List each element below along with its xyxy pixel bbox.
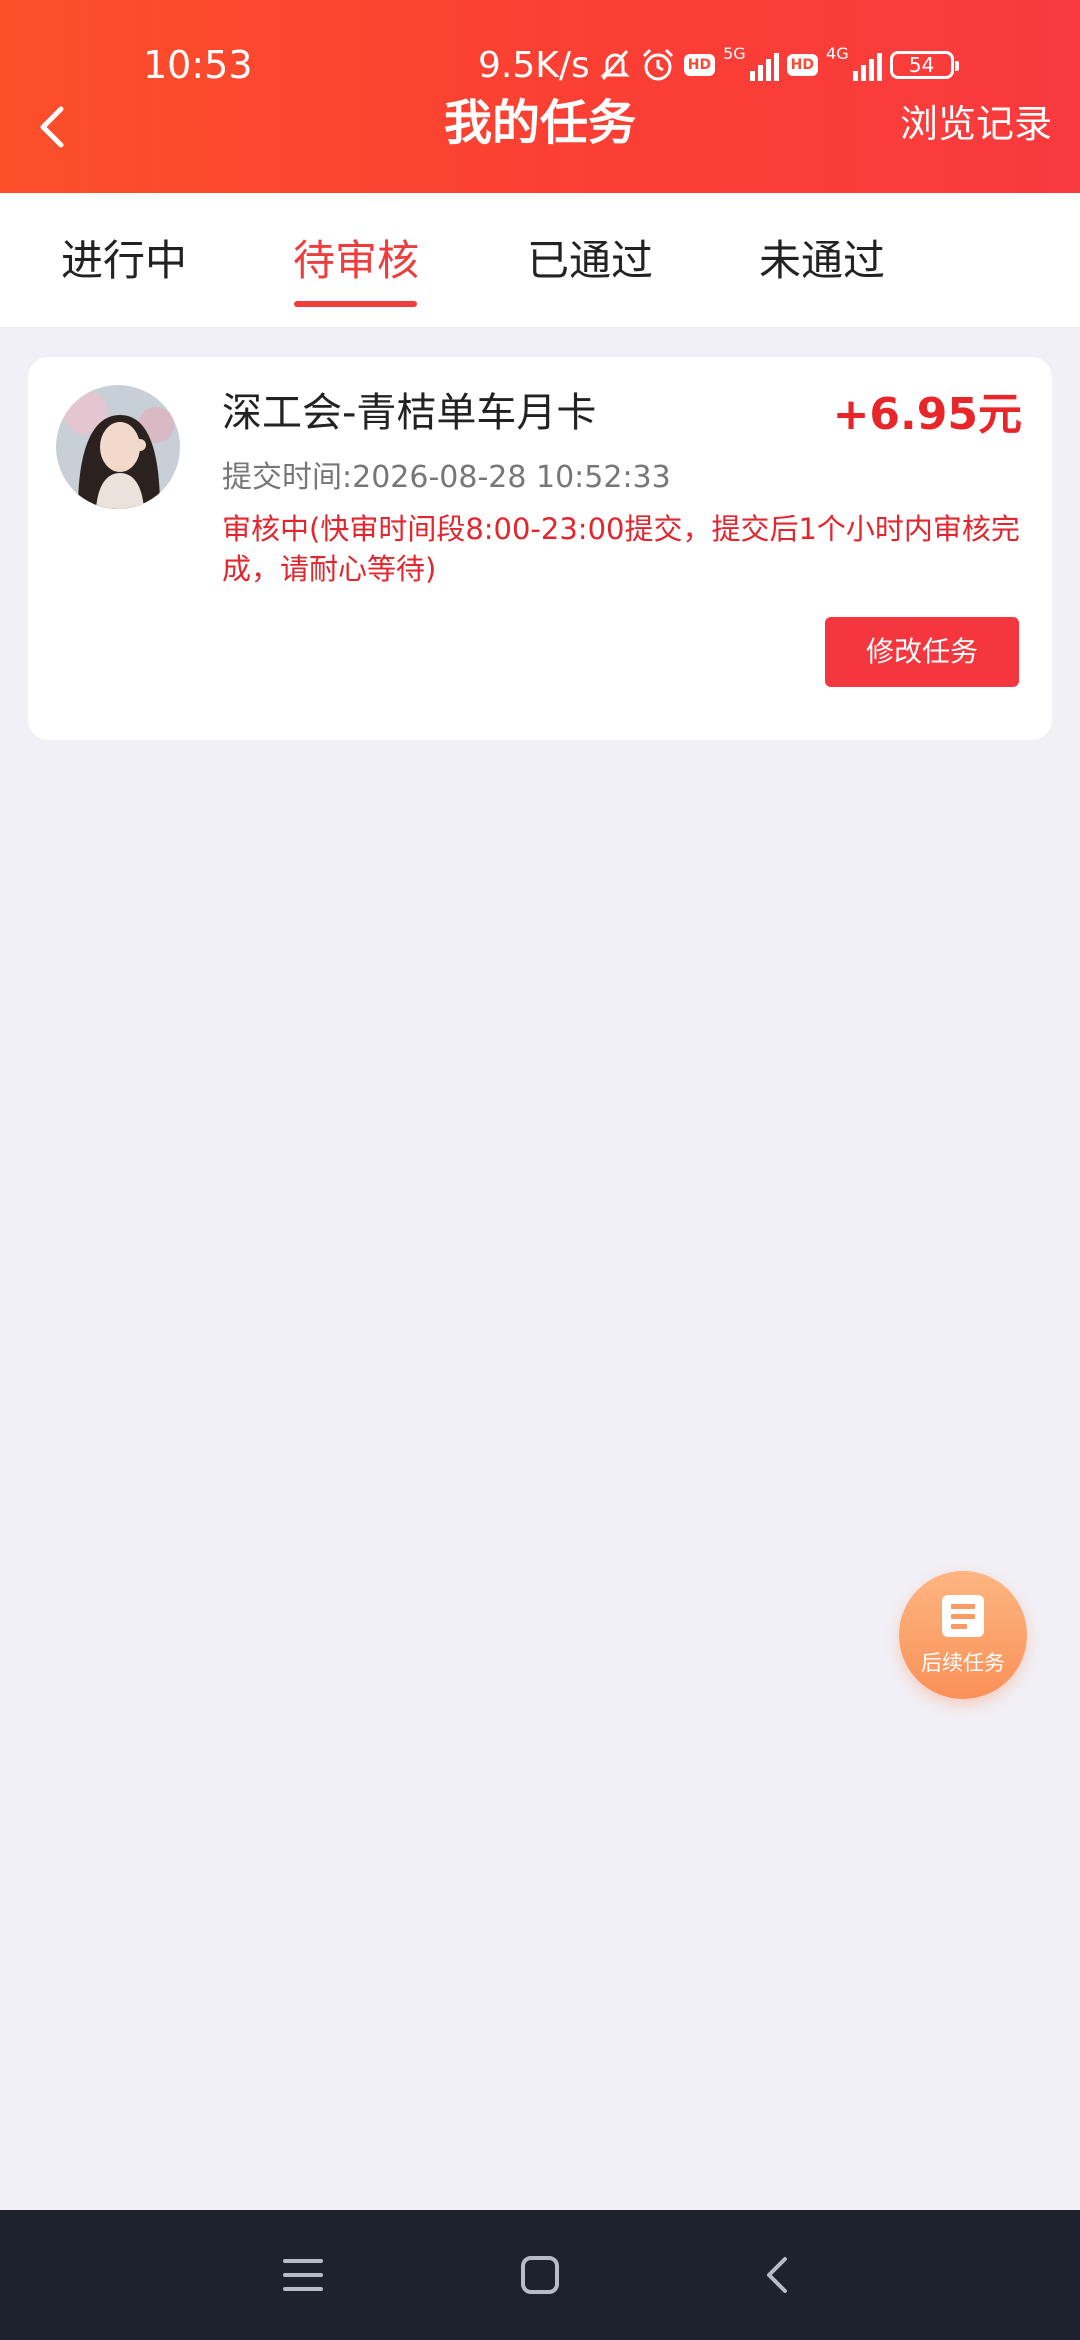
- system-nav-bar: [0, 2210, 1080, 2340]
- battery-level: 54: [908, 53, 935, 77]
- avatar: [56, 385, 180, 509]
- back-arrow-icon: [767, 2257, 787, 2293]
- status-icons: 9.5K/s HD 5G HD 4G 54: [478, 40, 959, 90]
- status-bar: 10:53 9.5K/s HD 5G HD 4G 54: [0, 40, 1080, 90]
- hd-icon-2: HD: [786, 40, 819, 90]
- task-list-icon: [942, 1595, 984, 1637]
- net-speed: 9.5K/s: [478, 44, 590, 86]
- tab-rejected[interactable]: 未通过: [742, 193, 902, 328]
- tab-approved[interactable]: 已通过: [510, 193, 670, 328]
- edit-task-button[interactable]: 修改任务: [825, 617, 1019, 687]
- bell-muted-icon: [598, 40, 632, 90]
- browse-history-link[interactable]: 浏览记录: [900, 92, 1052, 156]
- follow-up-tasks-button[interactable]: 后续任务: [899, 1571, 1027, 1699]
- task-reward: +6.95元: [832, 389, 1022, 440]
- nav-home-button[interactable]: [508, 2243, 572, 2307]
- nav-menu-button[interactable]: [271, 2243, 335, 2307]
- signal-5g-icon: [749, 49, 779, 81]
- task-status-tabs: 进行中 待审核 已通过 未通过: [0, 193, 1080, 328]
- active-tab-indicator: [294, 301, 417, 307]
- battery-icon: 54: [889, 51, 959, 79]
- signal-4g-icon: [852, 49, 882, 81]
- status-time: 10:53: [143, 43, 253, 87]
- submit-time: 提交时间:2026-08-28 10:52:33: [222, 460, 671, 495]
- task-card[interactable]: 深工会-青桔单车月卡 +6.95元 提交时间:2026-08-28 10:52:…: [28, 357, 1052, 740]
- app-header: 10:53 9.5K/s HD 5G HD 4G 54 我的任务 浏览记录: [0, 0, 1080, 193]
- net-5g-label: 5G: [723, 43, 746, 63]
- net-4g-label: 4G: [826, 43, 849, 63]
- task-title: 深工会-青桔单车月卡: [222, 390, 597, 436]
- menu-icon: [283, 2259, 323, 2291]
- hd-icon: HD: [683, 40, 716, 90]
- home-square-icon: [521, 2256, 559, 2294]
- tab-pending-review[interactable]: 待审核: [276, 193, 436, 328]
- review-status-note: 审核中(快审时间段8:00-23:00提交，提交后1个小时内审核完成，请耐心等待…: [222, 512, 1020, 586]
- fab-label: 后续任务: [921, 1651, 1005, 1675]
- nav-back-button[interactable]: [745, 2243, 809, 2307]
- tab-in-progress[interactable]: 进行中: [44, 193, 204, 328]
- alarm-icon: [640, 40, 676, 90]
